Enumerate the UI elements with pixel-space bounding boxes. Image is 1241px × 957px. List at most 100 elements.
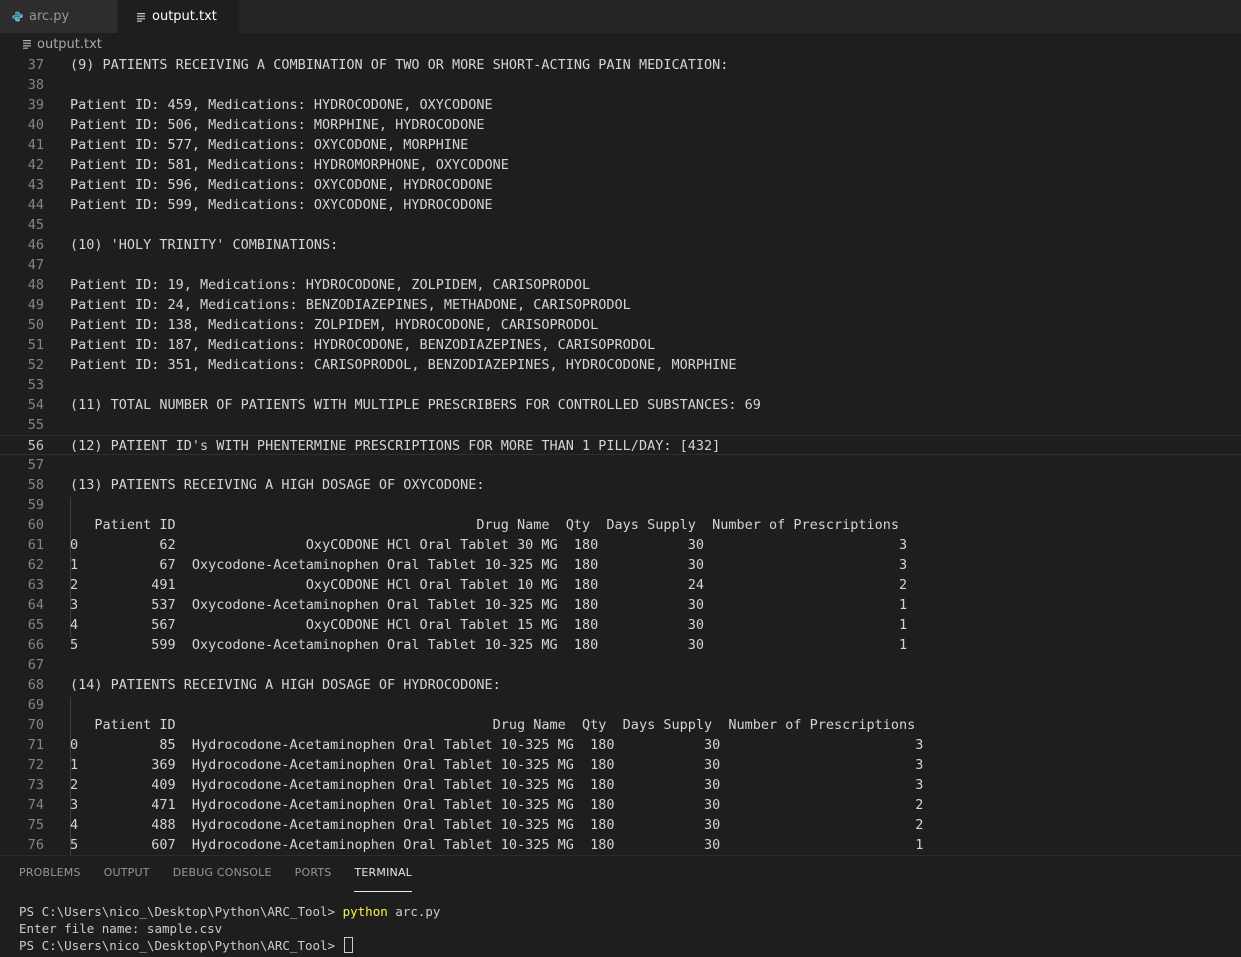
- terminal-input-line[interactable]: PS C:\Users\nico_\Desktop\Python\ARC_Too…: [19, 937, 1219, 954]
- line-number: 60: [27, 517, 44, 533]
- editor-line[interactable]: 60 Patient ID Drug Name Qty Days Supply …: [0, 515, 1241, 535]
- line-text: Patient ID: 24, Medications: BENZODIAZEP…: [70, 297, 631, 313]
- editor-line[interactable]: 67: [0, 655, 1241, 675]
- line-text: Patient ID Drug Name Qty Days Supply Num…: [70, 517, 900, 533]
- line-number: 48: [27, 277, 44, 293]
- terminal-command: python: [342, 904, 388, 919]
- tab-output[interactable]: OUTPUT: [104, 866, 150, 892]
- line-text: 3 471 Hydrocodone-Acetaminophen Oral Tab…: [70, 797, 924, 813]
- editor-line[interactable]: 51 Patient ID: 187, Medications: HYDROCOD…: [0, 335, 1241, 355]
- editor-line[interactable]: 50 Patient ID: 138, Medications: ZOLPIDEM…: [0, 315, 1241, 335]
- line-text: 4 488 Hydrocodone-Acetaminophen Oral Tab…: [70, 817, 924, 833]
- line-text: 5 607 Hydrocodone-Acetaminophen Oral Tab…: [70, 837, 924, 853]
- editor-line[interactable]: 63 2 491 OxyCODONE HCl Oral Tablet 10 MG …: [0, 575, 1241, 595]
- breadcrumb-label: output.txt: [37, 36, 102, 52]
- editor-line[interactable]: 64 3 537 Oxycodone-Acetaminophen Oral Tab…: [0, 595, 1241, 615]
- editor-line[interactable]: 72 1 369 Hydrocodone-Acetaminophen Oral T…: [0, 755, 1241, 775]
- editor-line[interactable]: 68 (14) PATIENTS RECEIVING A HIGH DOSAGE …: [0, 675, 1241, 695]
- line-number: 49: [27, 297, 44, 313]
- text-editor[interactable]: 37 (9) PATIENTS RECEIVING A COMBINATION O…: [0, 55, 1241, 855]
- editor-line[interactable]: 76 5 607 Hydrocodone-Acetaminophen Oral T…: [0, 835, 1241, 855]
- line-number: 67: [27, 657, 44, 673]
- line-text: 1 369 Hydrocodone-Acetaminophen Oral Tab…: [70, 757, 924, 773]
- line-text: Patient ID: 187, Medications: HYDROCODON…: [70, 337, 656, 353]
- editor-line[interactable]: 48 Patient ID: 19, Medications: HYDROCODO…: [0, 275, 1241, 295]
- editor-line[interactable]: 42 Patient ID: 581, Medications: HYDROMOR…: [0, 155, 1241, 175]
- editor-line[interactable]: 75 4 488 Hydrocodone-Acetaminophen Oral T…: [0, 815, 1241, 835]
- breadcrumb[interactable]: output.txt: [0, 33, 1241, 55]
- line-text: Patient ID: 506, Medications: MORPHINE, …: [70, 117, 485, 133]
- tab-output-txt[interactable]: output.txt: [118, 0, 240, 33]
- bottom-panel: PROBLEMS OUTPUT DEBUG CONSOLE PORTS TERM…: [0, 855, 1241, 957]
- text-file-icon: [22, 39, 32, 49]
- tab-problems[interactable]: PROBLEMS: [19, 866, 81, 892]
- terminal-args: arc.py: [387, 904, 441, 919]
- editor-line[interactable]: 55: [0, 415, 1241, 435]
- editor-line[interactable]: 69: [0, 695, 1241, 715]
- editor-line[interactable]: 52 Patient ID: 351, Medications: CARISOPR…: [0, 355, 1241, 375]
- line-number: 44: [27, 197, 44, 213]
- line-text: 2 409 Hydrocodone-Acetaminophen Oral Tab…: [70, 777, 924, 793]
- line-text: 2 491 OxyCODONE HCl Oral Tablet 10 MG 18…: [70, 577, 908, 593]
- line-number: 51: [27, 337, 44, 353]
- line-number: 55: [27, 417, 44, 433]
- editor-line[interactable]: 70 Patient ID Drug Name Qty Days Supply …: [0, 715, 1241, 735]
- editor-tab-bar: arc.py output.txt: [0, 0, 1241, 33]
- text-file-icon: [136, 12, 146, 22]
- tab-label: output.txt: [152, 9, 217, 24]
- line-number: 59: [27, 497, 44, 513]
- editor-line[interactable]: 40 Patient ID: 506, Medications: MORPHINE…: [0, 115, 1241, 135]
- line-number: 74: [27, 797, 44, 813]
- editor-line[interactable]: 49 Patient ID: 24, Medications: BENZODIAZ…: [0, 295, 1241, 315]
- editor-line[interactable]: 74 3 471 Hydrocodone-Acetaminophen Oral T…: [0, 795, 1241, 815]
- editor-line[interactable]: 58 (13) PATIENTS RECEIVING A HIGH DOSAGE …: [0, 475, 1241, 495]
- editor-line[interactable]: 65 4 567 OxyCODONE HCl Oral Tablet 15 MG …: [0, 615, 1241, 635]
- tab-ports[interactable]: PORTS: [295, 866, 332, 892]
- editor-line[interactable]: 53: [0, 375, 1241, 395]
- line-text: Patient ID: 19, Medications: HYDROCODONE…: [70, 277, 591, 293]
- python-icon: [12, 11, 23, 22]
- tab-terminal[interactable]: TERMINAL: [354, 866, 412, 892]
- editor-line[interactable]: 43 Patient ID: 596, Medications: OXYCODON…: [0, 175, 1241, 195]
- editor-line[interactable]: 45: [0, 215, 1241, 235]
- editor-line[interactable]: 37 (9) PATIENTS RECEIVING A COMBINATION O…: [0, 55, 1241, 75]
- line-text: (9) PATIENTS RECEIVING A COMBINATION OF …: [70, 57, 729, 73]
- line-number: 52: [27, 357, 44, 373]
- line-number: 70: [27, 717, 44, 733]
- editor-line[interactable]: 57: [0, 455, 1241, 475]
- editor-line[interactable]: 66 5 599 Oxycodone-Acetaminophen Oral Tab…: [0, 635, 1241, 655]
- line-number: 58: [27, 477, 44, 493]
- editor-line[interactable]: 56 (12) PATIENT ID's WITH PHENTERMINE PRE…: [0, 435, 1241, 455]
- editor-line[interactable]: 61 0 62 OxyCODONE HCl Oral Tablet 30 MG 1…: [0, 535, 1241, 555]
- editor-line[interactable]: 38: [0, 75, 1241, 95]
- editor-line[interactable]: 41 Patient ID: 577, Medications: OXYCODON…: [0, 135, 1241, 155]
- line-number: 43: [27, 177, 44, 193]
- line-number: 73: [27, 777, 44, 793]
- terminal-cursor: [343, 937, 353, 953]
- line-number: 57: [27, 457, 44, 473]
- line-text: Patient ID: 459, Medications: HYDROCODON…: [70, 97, 493, 113]
- editor-line[interactable]: 47: [0, 255, 1241, 275]
- line-number: 71: [27, 737, 44, 753]
- editor-line[interactable]: 71 0 85 Hydrocodone-Acetaminophen Oral Ta…: [0, 735, 1241, 755]
- editor-line[interactable]: 39 Patient ID: 459, Medications: HYDROCOD…: [0, 95, 1241, 115]
- line-number: 54: [27, 397, 44, 413]
- line-number: 38: [27, 77, 44, 93]
- line-text: Patient ID: 581, Medications: HYDROMORPH…: [70, 157, 509, 173]
- tab-debug-console[interactable]: DEBUG CONSOLE: [173, 866, 272, 892]
- line-number: 37: [27, 57, 44, 73]
- tab-arc-py[interactable]: arc.py: [0, 0, 118, 33]
- line-number: 65: [27, 617, 44, 633]
- line-number: 53: [27, 377, 44, 393]
- editor-line[interactable]: 59: [0, 495, 1241, 515]
- editor-line[interactable]: 73 2 409 Hydrocodone-Acetaminophen Oral T…: [0, 775, 1241, 795]
- editor-line[interactable]: 62 1 67 Oxycodone-Acetaminophen Oral Tabl…: [0, 555, 1241, 575]
- editor-line[interactable]: 44 Patient ID: 599, Medications: OXYCODON…: [0, 195, 1241, 215]
- line-text: Patient ID: 599, Medications: OXYCODONE,…: [70, 197, 493, 213]
- tab-label: arc.py: [29, 9, 70, 24]
- editor-line[interactable]: 46 (10) 'HOLY TRINITY' COMBINATIONS:: [0, 235, 1241, 255]
- terminal-prompt: PS C:\Users\nico_\Desktop\Python\ARC_Too…: [19, 904, 343, 919]
- line-number: 61: [27, 537, 44, 553]
- line-number: 62: [27, 557, 44, 573]
- editor-line[interactable]: 54 (11) TOTAL NUMBER OF PATIENTS WITH MUL…: [0, 395, 1241, 415]
